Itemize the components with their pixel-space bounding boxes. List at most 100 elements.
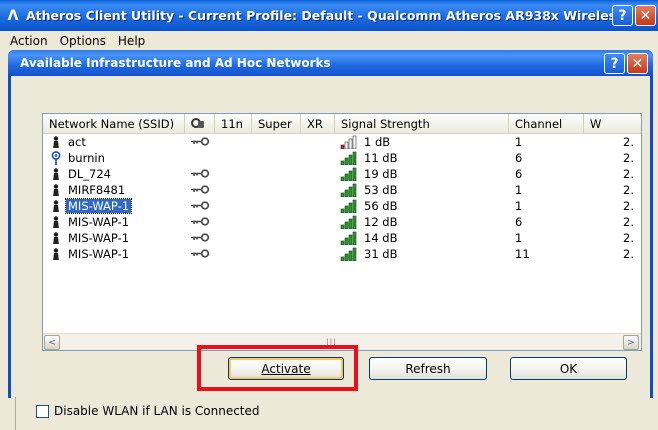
network-row[interactable]: MIRF8481 53 dB 1 2. — [43, 182, 641, 198]
network-row[interactable]: MIS-WAP-1 14 dB 1 2. — [43, 230, 641, 246]
signal-cell: 56 dB — [340, 198, 500, 214]
signal-strength-icon — [340, 231, 360, 246]
w-cell: 2. — [623, 215, 634, 229]
chevron-left-icon: < — [48, 337, 56, 348]
dialog-title: Available Infrastructure and Ad Hoc Netw… — [20, 56, 331, 70]
ssid-cell: MIS-WAP-1 — [51, 230, 185, 246]
signal-cell: 19 dB — [340, 166, 500, 182]
dialog-title-bar[interactable]: Available Infrastructure and Ad Hoc Netw… — [8, 50, 653, 76]
signal-cell: 53 dB — [340, 182, 500, 198]
ssid-text: act — [68, 135, 86, 149]
w-cell: 2. — [623, 151, 634, 165]
network-row[interactable]: act 1 dB 1 2. — [43, 134, 641, 150]
key-icon — [190, 231, 210, 245]
access-point-icon — [51, 247, 61, 261]
channel-cell: 6 — [515, 151, 523, 165]
ssid-cell: MIS-WAP-1 — [51, 214, 185, 230]
signal-value: 31 dB — [364, 247, 398, 261]
ssid-text: MIRF8481 — [68, 183, 126, 197]
signal-strength-icon — [340, 183, 360, 198]
key-icon — [190, 135, 210, 149]
network-row[interactable]: MIS-WAP-1 12 dB 6 2. — [43, 214, 641, 230]
scroll-right-button[interactable]: > — [623, 335, 639, 350]
ssid-cell: MIRF8481 — [51, 182, 185, 198]
signal-strength-icon — [340, 215, 360, 230]
window-help-button[interactable]: ? — [612, 5, 633, 26]
signal-strength-icon — [340, 167, 360, 182]
access-point-icon — [51, 231, 61, 245]
signal-value: 11 dB — [364, 151, 398, 165]
access-point-icon — [51, 199, 61, 213]
atheros-logo-icon: Λ — [7, 7, 19, 24]
security-cell — [190, 214, 215, 230]
security-cell — [190, 246, 215, 262]
w-cell: 2. — [623, 167, 634, 181]
scroll-left-button[interactable]: < — [44, 335, 60, 350]
w-cell: 2. — [623, 247, 634, 261]
channel-cell: 6 — [515, 167, 523, 181]
dialog-help-button[interactable]: ? — [604, 53, 625, 74]
security-cell — [190, 134, 215, 150]
channel-cell: 1 — [515, 183, 523, 197]
lock-icon — [191, 116, 205, 133]
window-title: Atheros Client Utility - Current Profile… — [26, 8, 616, 23]
signal-strength-icon — [340, 151, 360, 166]
network-list[interactable]: Network Name (SSID) 11n Super XR Signal … — [42, 113, 642, 351]
security-cell — [190, 150, 215, 166]
w-cell: 2. — [623, 135, 634, 149]
network-row[interactable]: burnin 11 dB 6 2. — [43, 150, 641, 166]
adhoc-network-icon — [51, 151, 61, 165]
signal-strength-icon — [340, 135, 360, 150]
menu-bar: Action Options Help — [0, 31, 658, 51]
highlight-annotation — [197, 345, 358, 391]
menu-help[interactable]: Help — [118, 34, 145, 48]
network-row[interactable]: MIS-WAP-1 56 dB 1 2. — [43, 198, 641, 214]
signal-cell: 11 dB — [340, 150, 500, 166]
ssid-cell: act — [51, 134, 185, 150]
main-title-bar[interactable]: Λ Atheros Client Utility - Current Profi… — [0, 0, 658, 31]
signal-value: 12 dB — [364, 215, 398, 229]
network-row[interactable]: DL_724 19 dB 6 2. — [43, 166, 641, 182]
signal-cell: 1 dB — [340, 134, 500, 150]
refresh-button[interactable]: Refresh — [369, 357, 487, 380]
menu-options[interactable]: Options — [60, 34, 106, 48]
menu-action[interactable]: Action — [10, 34, 48, 48]
column-11n[interactable]: 11n — [215, 114, 252, 134]
signal-value: 56 dB — [364, 199, 398, 213]
dialog-close-button[interactable]: ✕ — [627, 53, 648, 74]
bottom-options: Disable WLAN if LAN is Connected — [22, 400, 642, 422]
signal-value: 14 dB — [364, 231, 398, 245]
access-point-icon — [51, 167, 61, 181]
signal-cell: 31 dB — [340, 246, 500, 262]
channel-cell: 1 — [515, 231, 523, 245]
ssid-cell: MIS-WAP-1 — [51, 246, 185, 262]
ssid-cell: burnin — [51, 150, 185, 166]
ssid-text: MIS-WAP-1 — [64, 198, 133, 214]
column-security[interactable] — [185, 114, 215, 134]
ssid-cell: MIS-WAP-1 — [51, 198, 185, 214]
column-xr[interactable]: XR — [301, 114, 335, 134]
w-cell: 2. — [623, 183, 634, 197]
column-super[interactable]: Super — [252, 114, 301, 134]
column-channel[interactable]: Channel — [509, 114, 584, 134]
window-close-button[interactable]: ✕ — [635, 5, 656, 26]
ok-button[interactable]: OK — [510, 357, 627, 380]
key-icon — [190, 183, 210, 197]
security-cell — [190, 230, 215, 246]
channel-cell: 1 — [515, 135, 523, 149]
access-point-icon — [51, 183, 61, 197]
ssid-text: DL_724 — [68, 167, 111, 181]
column-ssid[interactable]: Network Name (SSID) — [43, 114, 185, 134]
key-icon — [190, 247, 210, 261]
list-header: Network Name (SSID) 11n Super XR Signal … — [43, 114, 641, 134]
ssid-text: MIS-WAP-1 — [68, 247, 130, 261]
column-w[interactable]: W — [584, 114, 641, 134]
signal-cell: 14 dB — [340, 230, 500, 246]
security-cell — [190, 198, 215, 214]
channel-cell: 11 — [515, 247, 530, 261]
security-cell — [190, 182, 215, 198]
network-row[interactable]: MIS-WAP-1 31 dB 11 2. — [43, 246, 641, 262]
column-signal[interactable]: Signal Strength — [335, 114, 509, 134]
channel-cell: 6 — [515, 215, 523, 229]
disable-wlan-checkbox[interactable] — [36, 404, 49, 418]
